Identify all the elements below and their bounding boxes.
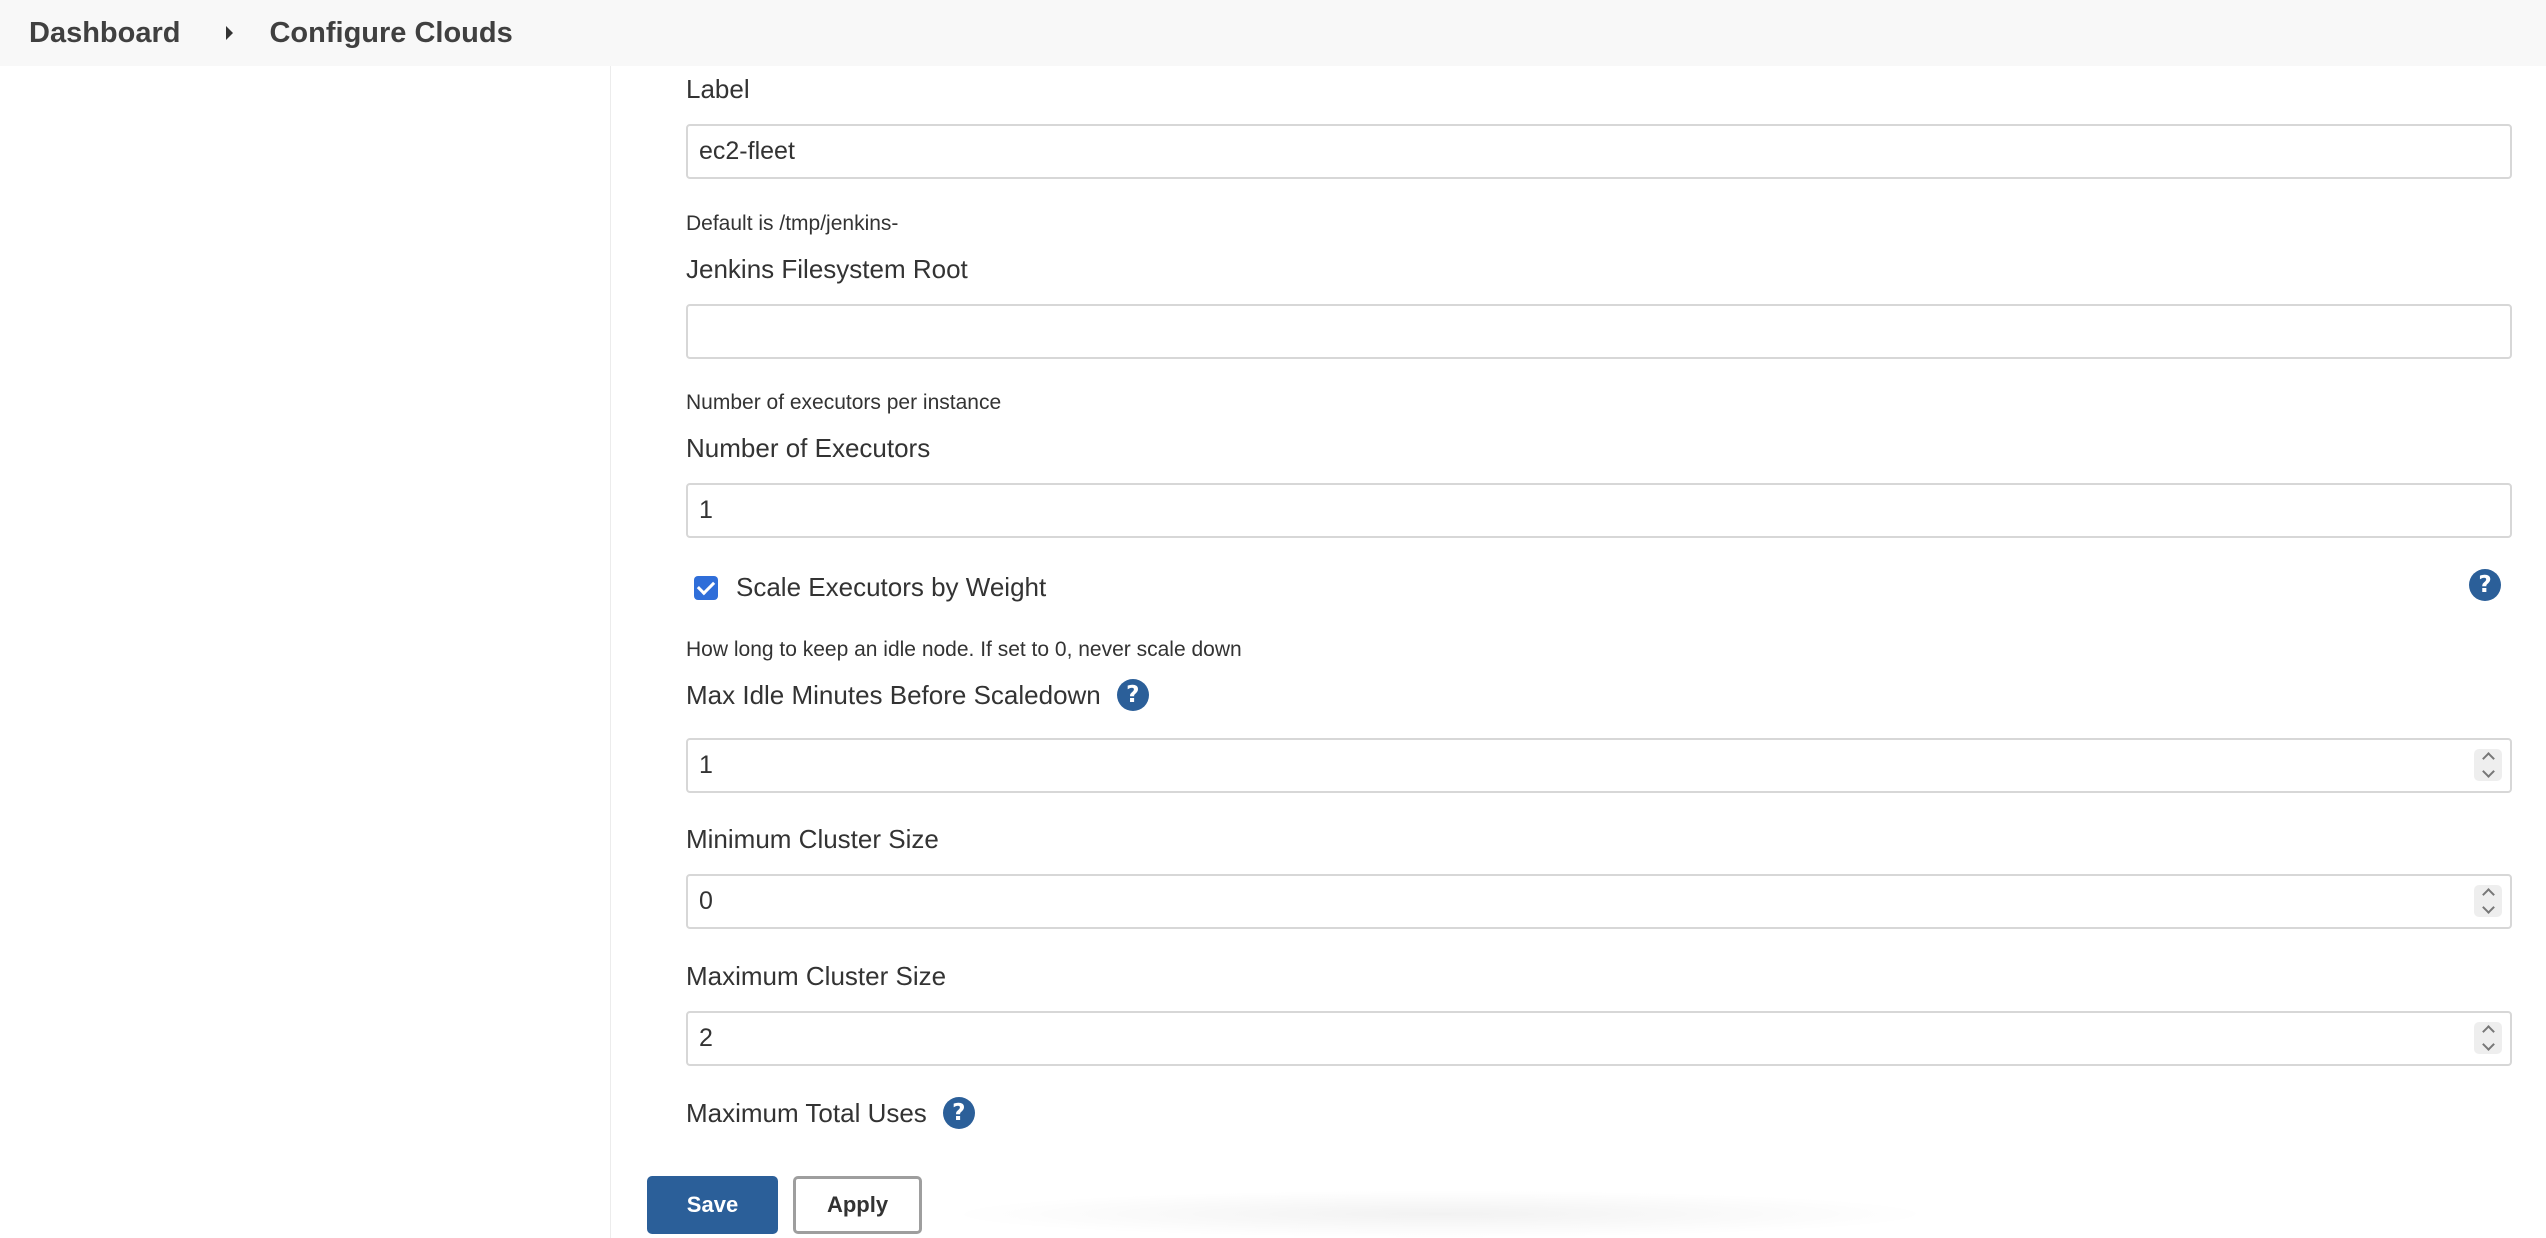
question-circle-icon[interactable]: ? [2469, 569, 2501, 601]
chevron-up-icon[interactable] [2481, 1025, 2495, 1038]
breadcrumb: Dashboard Configure Clouds [0, 0, 2546, 66]
executors-input[interactable] [686, 483, 2512, 538]
max-cluster-input[interactable] [686, 1011, 2512, 1066]
chevron-up-icon[interactable] [2481, 752, 2495, 765]
chevron-down-icon[interactable] [2481, 901, 2495, 914]
max-cluster-spinner[interactable] [2474, 1022, 2502, 1054]
executors-field-title: Number of Executors [686, 433, 931, 463]
fs-root-field-title: Jenkins Filesystem Root [686, 254, 968, 284]
label-input[interactable] [686, 124, 2512, 179]
min-cluster-number-field [686, 874, 2512, 929]
scale-by-weight-label[interactable]: Scale Executors by Weight [736, 572, 1046, 603]
chevron-up-icon[interactable] [2481, 888, 2495, 901]
sidebar-divider [610, 66, 611, 1238]
bottom-shadow [940, 1190, 1940, 1238]
max-idle-title-text: Max Idle Minutes Before Scaledown [686, 679, 1101, 710]
fs-root-input[interactable] [686, 304, 2512, 359]
chevron-down-icon[interactable] [2481, 1038, 2495, 1051]
max-cluster-number-field [686, 1011, 2512, 1066]
scale-by-weight-checkbox[interactable] [694, 575, 718, 600]
min-cluster-field-title: Minimum Cluster Size [686, 824, 939, 854]
max-idle-input[interactable] [686, 738, 2512, 793]
max-idle-spinner[interactable] [2474, 749, 2502, 781]
save-button[interactable]: Save [647, 1176, 778, 1234]
breadcrumb-configure-clouds[interactable]: Configure Clouds [269, 17, 512, 50]
checkmark-icon [696, 576, 716, 595]
breadcrumb-dashboard[interactable]: Dashboard [29, 17, 180, 50]
max-cluster-field-title: Maximum Cluster Size [686, 961, 947, 991]
chevron-down-icon[interactable] [2481, 765, 2495, 778]
max-idle-number-field [686, 738, 2512, 793]
executors-description: Number of executors per instance [686, 391, 1002, 414]
max-idle-description: How long to keep an idle node. If set to… [686, 638, 1242, 661]
fs-root-description: Default is /tmp/jenkins- [686, 212, 899, 235]
min-cluster-spinner[interactable] [2474, 885, 2502, 917]
max-total-uses-field-title: Maximum Total Uses ? [686, 1097, 975, 1129]
max-total-uses-title-text: Maximum Total Uses [686, 1097, 927, 1128]
apply-button[interactable]: Apply [793, 1176, 922, 1234]
question-circle-icon[interactable]: ? [942, 1097, 975, 1129]
max-idle-field-title: Max Idle Minutes Before Scaledown ? [686, 679, 1149, 711]
min-cluster-input[interactable] [686, 874, 2512, 929]
caret-right-icon[interactable] [226, 26, 234, 40]
question-circle-icon[interactable]: ? [1116, 679, 1149, 711]
scale-by-weight-row[interactable]: Scale Executors by Weight [694, 572, 1046, 603]
label-field-title: Label [686, 74, 750, 104]
